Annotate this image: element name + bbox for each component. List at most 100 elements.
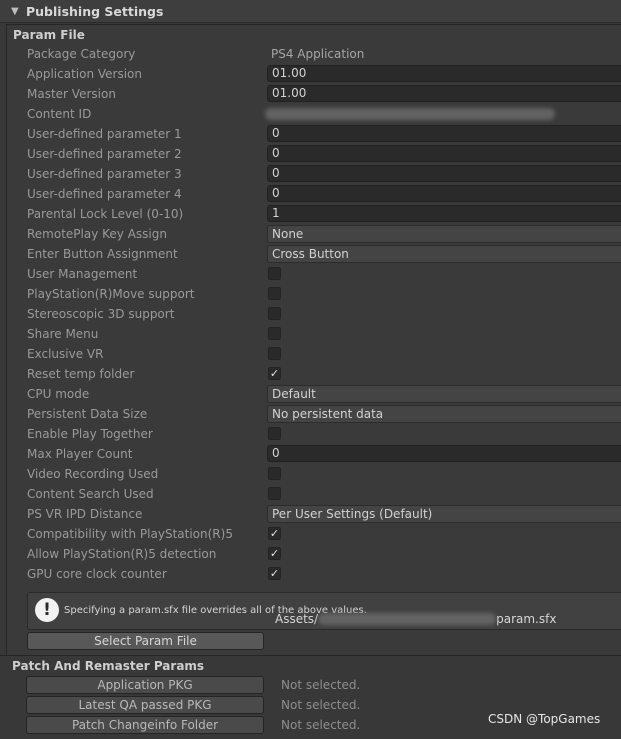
param-row: Exclusive VR — [7, 344, 621, 364]
foldout-arrow-icon[interactable]: ▼ — [11, 6, 21, 17]
watermark: CSDN @TopGames — [488, 712, 601, 726]
param-row: User-defined parameter 4 0 — [7, 184, 621, 204]
param-label: Parental Lock Level (0-10) — [27, 207, 184, 221]
param-row: Parental Lock Level (0-10) 1 — [7, 204, 621, 224]
redacted-content-id — [265, 108, 555, 120]
text-field[interactable]: 01.00 — [267, 65, 621, 82]
latest-qa-pkg-button[interactable]: Latest QA passed PKG — [26, 696, 264, 714]
dropdown[interactable]: Default — [267, 385, 621, 403]
param-row: Reset temp folder ✓ — [7, 364, 621, 384]
text-field[interactable]: 01.00 — [267, 85, 621, 102]
param-row: RemotePlay Key Assign None — [7, 224, 621, 244]
param-row: Stereoscopic 3D support — [7, 304, 621, 324]
dropdown[interactable]: Per User Settings (Default) — [267, 505, 621, 523]
patch-section-title: Patch And Remaster Params — [12, 659, 205, 673]
param-label: User Management — [27, 267, 138, 281]
param-row: User-defined parameter 3 0 — [7, 164, 621, 184]
checkbox[interactable] — [268, 467, 281, 480]
text-field[interactable]: 0 — [267, 125, 621, 142]
publishing-settings-header[interactable]: ▼ Publishing Settings — [0, 0, 621, 23]
checkbox[interactable] — [268, 307, 281, 320]
param-label: Enter Button Assignment — [27, 247, 178, 261]
select-param-file-button[interactable]: Select Param File — [27, 632, 264, 650]
path-prefix: Assets/ — [275, 612, 319, 626]
checkbox-checked[interactable]: ✓ — [268, 527, 281, 540]
application-pkg-status: Not selected. — [281, 678, 361, 692]
dropdown[interactable]: No persistent data — [267, 405, 621, 423]
check-icon: ✓ — [269, 367, 280, 380]
param-label: Max Player Count — [27, 447, 133, 461]
text-field[interactable]: 0 — [267, 445, 621, 462]
param-row: User Management — [7, 264, 621, 284]
param-row: Video Recording Used — [7, 464, 621, 484]
check-icon: ✓ — [269, 547, 280, 560]
param-label: CPU mode — [27, 387, 90, 401]
text-field[interactable]: 0 — [267, 145, 621, 162]
checkbox[interactable] — [268, 327, 281, 340]
text-field[interactable]: 0 — [267, 165, 621, 182]
param-label: Share Menu — [27, 327, 99, 341]
param-row: User-defined parameter 2 0 — [7, 144, 621, 164]
patch-changeinfo-status: Not selected. — [281, 718, 361, 732]
param-label: Enable Play Together — [27, 427, 153, 441]
param-row: Master Version 01.00 — [7, 84, 621, 104]
param-label: User-defined parameter 4 — [27, 187, 182, 201]
param-row: Max Player Count 0 — [7, 444, 621, 464]
param-label: Persistent Data Size — [27, 407, 148, 421]
param-label: Stereoscopic 3D support — [27, 307, 175, 321]
latest-qa-pkg-status: Not selected. — [281, 698, 361, 712]
read-only-value: PS4 Application — [271, 47, 365, 61]
check-icon: ✓ — [269, 567, 280, 580]
application-pkg-button[interactable]: Application PKG — [26, 676, 264, 694]
param-label: GPU core clock counter — [27, 567, 167, 581]
text-field[interactable]: 1 — [267, 205, 621, 222]
param-row: Allow PlayStation(R)5 detection ✓ — [7, 544, 621, 564]
param-file-group-label: Param File — [13, 28, 85, 42]
param-row: Package Category PS4 Application — [7, 44, 621, 64]
param-label: Master Version — [27, 87, 116, 101]
param-label: Package Category — [27, 47, 136, 61]
param-row: PS VR IPD Distance Per User Settings (Def… — [7, 504, 621, 524]
checkbox-checked[interactable]: ✓ — [268, 567, 281, 580]
param-row: CPU mode Default — [7, 384, 621, 404]
param-label: Allow PlayStation(R)5 detection — [27, 547, 217, 561]
param-label: User-defined parameter 3 — [27, 167, 182, 181]
param-row: Share Menu — [7, 324, 621, 344]
checkbox[interactable] — [268, 347, 281, 360]
param-label: User-defined parameter 2 — [27, 147, 182, 161]
param-label: PS VR IPD Distance — [27, 507, 143, 521]
section-title: Publishing Settings — [26, 3, 164, 19]
param-label: Video Recording Used — [27, 467, 159, 481]
info-icon: ! — [35, 598, 59, 622]
param-label: PlayStation(R)Move support — [27, 287, 195, 301]
checkbox-checked[interactable]: ✓ — [268, 547, 281, 560]
param-label: Content Search Used — [27, 487, 154, 501]
param-label: User-defined parameter 1 — [27, 127, 182, 141]
param-row: Compatibility with PlayStation(R)5 ✓ — [7, 524, 621, 544]
checkbox[interactable] — [268, 487, 281, 500]
checkbox-checked[interactable]: ✓ — [268, 367, 281, 380]
checkbox[interactable] — [268, 267, 281, 280]
param-row: Content ID — [7, 104, 621, 124]
param-label: Application Version — [27, 67, 142, 81]
param-row: User-defined parameter 1 0 — [7, 124, 621, 144]
param-row: Enable Play Together — [7, 424, 621, 444]
dropdown[interactable]: Cross Button — [267, 245, 621, 263]
checkbox[interactable] — [268, 287, 281, 300]
param-row: PlayStation(R)Move support — [7, 284, 621, 304]
path-suffix: param.sfx — [496, 612, 557, 626]
redacted-path — [318, 613, 497, 625]
param-row: GPU core clock counter ✓ — [7, 564, 621, 584]
param-row: Persistent Data Size No persistent data — [7, 404, 621, 424]
patch-changeinfo-button[interactable]: Patch Changeinfo Folder — [26, 716, 264, 734]
param-label: Content ID — [27, 107, 92, 121]
text-field[interactable]: 0 — [267, 185, 621, 202]
checkbox[interactable] — [268, 427, 281, 440]
param-label: Exclusive VR — [27, 347, 104, 361]
param-label: RemotePlay Key Assign — [27, 227, 167, 241]
param-label: Reset temp folder — [27, 367, 135, 381]
param-row: Enter Button Assignment Cross Button — [7, 244, 621, 264]
patch-remaster-section: Patch And Remaster Params Application PK… — [0, 655, 621, 739]
dropdown[interactable]: None — [267, 225, 621, 243]
param-file-panel: Param File Package Category PS4 Applicati… — [6, 24, 621, 656]
